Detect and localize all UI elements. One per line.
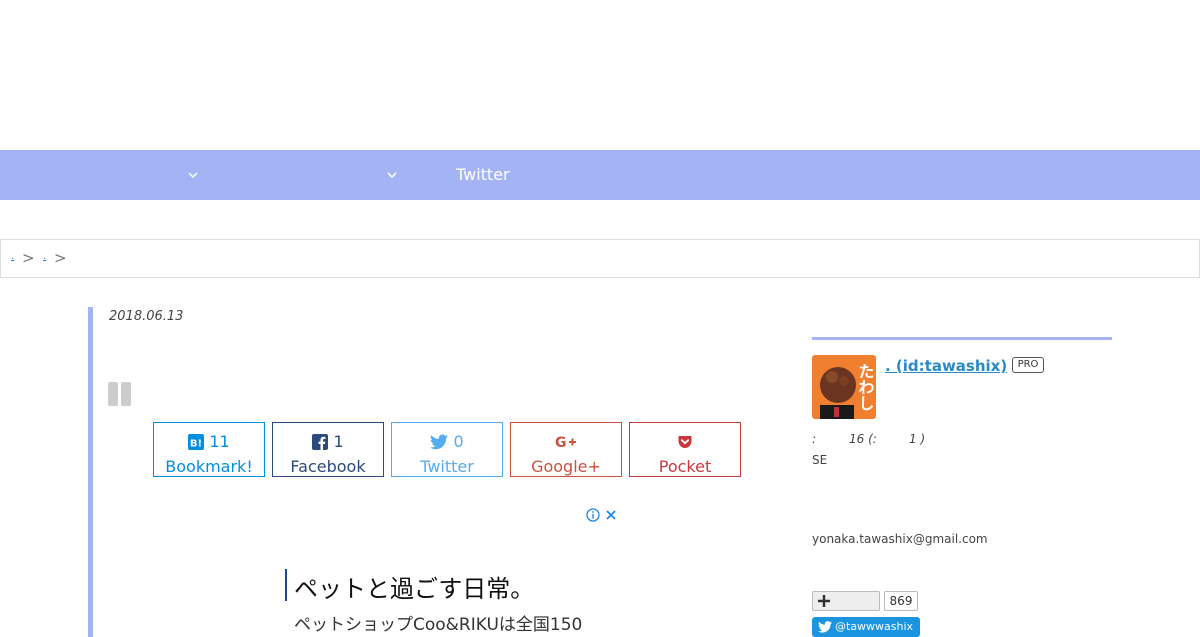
article-date: 2018.06.13 bbox=[109, 309, 184, 324]
ad-title[interactable]: ペットと過ごす日常。 bbox=[294, 569, 534, 604]
nav-item-twitter[interactable]: Twitter bbox=[456, 150, 510, 200]
hatena-count: 11 bbox=[209, 432, 230, 451]
twitter-label: Twitter bbox=[420, 457, 474, 476]
profile-stats-suffix: 1 ) bbox=[909, 432, 926, 446]
chevron-down-icon[interactable] bbox=[184, 166, 202, 184]
profile-email: yonaka.tawashix@gmail.com bbox=[812, 532, 988, 546]
breadcrumb-separator: > bbox=[54, 249, 67, 267]
hatena-bookmark-button[interactable]: B! 11 Bookmark! bbox=[153, 422, 265, 477]
pocket-icon bbox=[678, 436, 692, 448]
pro-badge: PRO bbox=[1012, 357, 1044, 373]
facebook-icon bbox=[312, 434, 329, 450]
breadcrumb-link-home[interactable]: . bbox=[11, 251, 14, 262]
ad-close-icon[interactable] bbox=[604, 508, 618, 522]
twitter-follow-button[interactable]: @tawwwashix bbox=[812, 617, 920, 637]
follower-count: 869 bbox=[884, 591, 918, 611]
profile-avatar[interactable]: たわし bbox=[812, 355, 876, 419]
google-plus-share-button[interactable]: G Google+ bbox=[510, 422, 622, 477]
pocket-label: Pocket bbox=[658, 457, 712, 476]
svg-text:G: G bbox=[555, 435, 567, 450]
profile-name-link[interactable]: . (id:tawashix) bbox=[885, 357, 1007, 375]
ad-subtitle[interactable]: ペットショップCoo&RIKUは全国150 bbox=[294, 610, 582, 635]
article-accent-bar bbox=[88, 307, 93, 637]
facebook-label: Facebook bbox=[290, 457, 366, 476]
google-plus-label: Google+ bbox=[531, 457, 601, 476]
pause-icon[interactable] bbox=[108, 382, 132, 406]
hatena-follow-button[interactable] bbox=[812, 591, 880, 611]
hatena-label: Bookmark! bbox=[165, 457, 253, 476]
twitter-bird-icon bbox=[818, 621, 832, 633]
svg-text:B!: B! bbox=[190, 439, 202, 450]
twitter-bird-icon bbox=[430, 434, 449, 450]
twitter-share-button[interactable]: 0 Twitter bbox=[391, 422, 503, 477]
profile-stats-days: 16 (: bbox=[849, 432, 877, 446]
sidebar-accent-line bbox=[812, 337, 1112, 340]
hatena-bookmark-icon: B! bbox=[188, 434, 205, 450]
facebook-share-button[interactable]: 1 Facebook bbox=[272, 422, 384, 477]
twitter-count: 0 bbox=[453, 432, 464, 451]
breadcrumb: . > . > bbox=[0, 239, 1200, 278]
profile-stats-prefix: : bbox=[812, 432, 817, 446]
plus-icon bbox=[818, 595, 830, 607]
breadcrumb-link-category[interactable]: . bbox=[43, 251, 46, 262]
breadcrumb-separator: > bbox=[22, 249, 35, 267]
chevron-down-icon[interactable] bbox=[383, 166, 401, 184]
google-plus-icon: G bbox=[555, 435, 576, 451]
profile-note: SE bbox=[812, 453, 828, 467]
ad-controls bbox=[586, 508, 618, 526]
ad-info-icon[interactable] bbox=[586, 508, 600, 522]
facebook-count: 1 bbox=[333, 432, 344, 451]
twitter-handle: @tawwwashix bbox=[835, 620, 914, 633]
avatar-text: たわし bbox=[856, 363, 875, 411]
pocket-share-button[interactable]: Pocket bbox=[629, 422, 741, 477]
ad-title-accent bbox=[285, 569, 287, 601]
global-nav: Twitter bbox=[0, 150, 1200, 200]
